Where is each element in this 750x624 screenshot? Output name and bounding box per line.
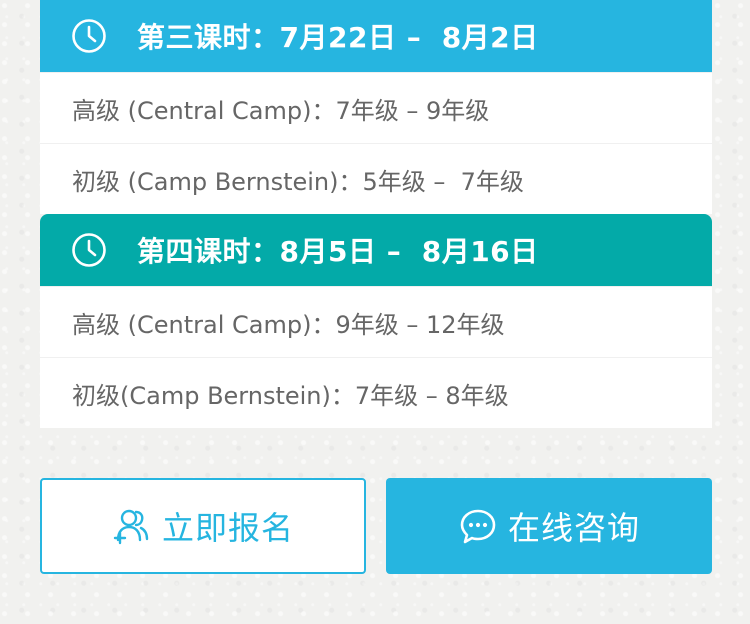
session-header: 第三课时：7月22日 – 8月2日 (40, 0, 712, 72)
grade-row-text: 高级 (Central Camp)：7年级 – 9年级 (72, 96, 490, 125)
grade-row-text: 高级 (Central Camp)：9年级 – 12年级 (72, 310, 505, 339)
session-title: 第三课时：7月22日 – 8月2日 (137, 21, 539, 54)
grade-row: 初级 (Camp Bernstein)：5年级 – 7年级 (40, 143, 712, 214)
session-card-3: 第三课时：7月22日 – 8月2日 高级 (Central Camp)：7年级 … (40, 0, 712, 214)
add-user-icon (113, 509, 149, 545)
clock-icon (72, 19, 106, 53)
grade-row: 高级 (Central Camp)：9年级 – 12年级 (40, 286, 712, 357)
grade-row: 高级 (Central Camp)：7年级 – 9年级 (40, 72, 712, 143)
chat-bubble-icon (460, 509, 496, 544)
session-card-4: 第四课时：8月5日 – 8月16日 高级 (Central Camp)：9年级 … (40, 214, 712, 428)
grade-row-text: 初级(Camp Bernstein)：7年级 – 8年级 (72, 381, 509, 410)
signup-button-label: 立即报名 (161, 509, 294, 547)
consult-button-label: 在线咨询 (507, 509, 640, 547)
grade-row: 初级(Camp Bernstein)：7年级 – 8年级 (40, 357, 712, 428)
session-header: 第四课时：8月5日 – 8月16日 (40, 214, 712, 286)
session-title: 第四课时：8月5日 – 8月16日 (137, 235, 539, 268)
consult-button[interactable]: 在线咨询 (386, 478, 712, 574)
signup-button[interactable]: 立即报名 (40, 478, 366, 574)
grade-row-text: 初级 (Camp Bernstein)：5年级 – 7年级 (72, 167, 524, 196)
clock-icon (72, 233, 106, 267)
